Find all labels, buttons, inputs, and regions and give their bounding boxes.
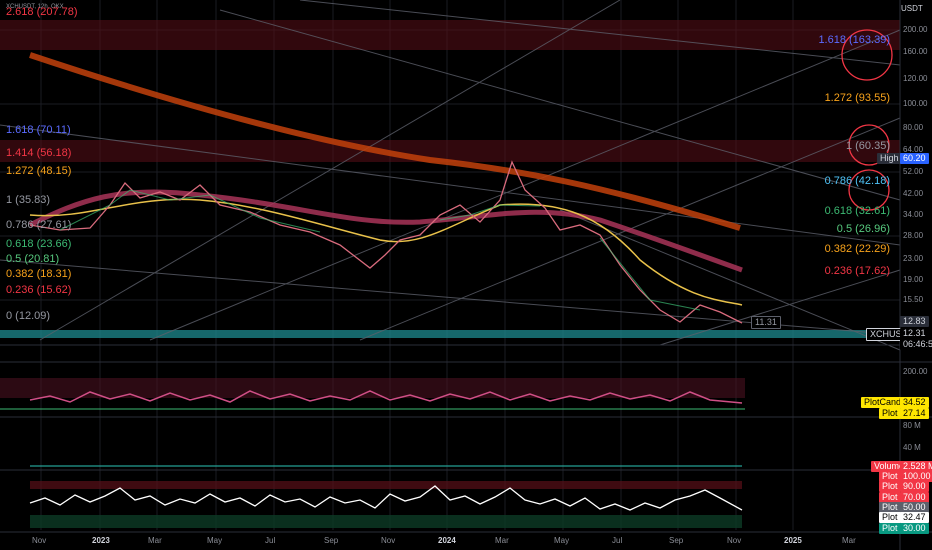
last-price-tag: 12.83 <box>900 316 929 327</box>
currency-label[interactable]: USDT <box>901 4 923 13</box>
price-axis-label: 23.00 <box>903 254 924 263</box>
osc-axis-label: 200.00 <box>903 367 928 376</box>
fib-label-right-2: 1 (60.35) <box>845 140 890 152</box>
price-axis-label: 52.00 <box>903 167 924 176</box>
rsi-plot-label: Plot <box>879 512 901 523</box>
rsi-oversold-band <box>30 515 742 528</box>
fib-label-left-7: 0.5 (20.81) <box>6 253 60 265</box>
chart-canvas[interactable] <box>0 0 932 550</box>
low-label: 11.31 <box>751 316 781 329</box>
fib-label-right-7: 0.236 (17.62) <box>824 265 890 277</box>
price-axis-label: 100.00 <box>903 99 928 108</box>
time-axis-label: 2023 <box>92 536 110 545</box>
price-axis-label: 160.00 <box>903 47 928 56</box>
high-label: High <box>877 153 902 164</box>
high-value-tag: 60.20 <box>900 153 929 164</box>
time-axis-label: Nov <box>32 536 47 545</box>
time-axis-label: 2025 <box>784 536 802 545</box>
fib-label-left-5: 0.786 (27.61) <box>6 219 72 231</box>
plot-label: Plot <box>879 408 901 419</box>
plot-value: 27.14 <box>900 408 929 419</box>
rsi-plot-label: Plot <box>879 523 901 534</box>
rsi-plot-value: 90.00 <box>900 481 929 492</box>
fib-label-right-6: 0.382 (22.29) <box>824 243 890 255</box>
time-axis-label: Nov <box>381 536 396 545</box>
fib-label-left-3: 1.272 (48.15) <box>6 165 72 177</box>
fib-label-left-0: 2.618 (207.78) <box>6 6 78 18</box>
rsi-plot-label: Plot <box>879 481 901 492</box>
price-axis-label: 34.00 <box>903 210 924 219</box>
fib-label-left-4: 1 (35.83) <box>6 194 51 206</box>
time-axis-label: 2024 <box>438 536 456 545</box>
fib-label-left-1: 1.618 (70.11) <box>6 124 71 136</box>
time-axis-label: Mar <box>495 536 509 545</box>
volume-axis-80m: 80 M <box>903 421 921 430</box>
time-axis-label: Sep <box>669 536 684 545</box>
time-axis-label: Mar <box>842 536 856 545</box>
fib-label-right-0: 1.618 (163.39) <box>818 34 890 46</box>
time-axis-label: May <box>207 536 223 545</box>
price-axis-label: 28.00 <box>903 231 924 240</box>
rsi-plot-value: 30.00 <box>900 523 929 534</box>
fib-label-right-5: 0.5 (26.96) <box>836 223 890 235</box>
countdown-tag: 06:46:51 <box>900 339 932 350</box>
price-axis-label: 120.00 <box>903 74 928 83</box>
price-axis-label: 80.00 <box>903 123 924 132</box>
fib-label-left-8: 0.382 (18.31) <box>6 268 72 280</box>
fib-label-left-10: 0 (12.09) <box>6 310 51 322</box>
price-axis-label: 19.00 <box>903 275 924 284</box>
fib-label-left-6: 0.618 (23.66) <box>6 238 72 250</box>
rsi-overbought-band <box>30 481 742 489</box>
fib-label-left-2: 1.414 (56.18) <box>6 147 72 159</box>
price-axis-label: 200.00 <box>903 25 928 34</box>
price-axis-label: 15.50 <box>903 295 924 304</box>
fib-label-right-4: 0.618 (32.61) <box>824 205 890 217</box>
time-axis-label: Nov <box>727 536 742 545</box>
current-price-tag: 12.31 <box>900 328 929 339</box>
time-axis-label: Mar <box>148 536 162 545</box>
time-axis-label: Sep <box>324 536 339 545</box>
fib-label-left-9: 0.236 (15.62) <box>6 284 72 296</box>
rsi-plot-value: 32.47 <box>900 512 929 523</box>
fib-zone-top <box>0 20 900 50</box>
fib-label-right-3: 0.786 (42.18) <box>824 175 890 187</box>
time-axis-label: May <box>554 536 570 545</box>
support-band <box>0 330 900 338</box>
chart-background <box>0 0 900 550</box>
plotcandle-value: 34.52 <box>900 397 929 408</box>
time-axis-label: Jul <box>612 536 623 545</box>
osc-band <box>0 378 745 398</box>
price-axis-label: 42.00 <box>903 189 924 198</box>
volume-axis-40m: 40 M <box>903 443 921 452</box>
fib-label-right-1: 1.272 (93.55) <box>824 92 890 104</box>
time-axis-label: Jul <box>265 536 276 545</box>
